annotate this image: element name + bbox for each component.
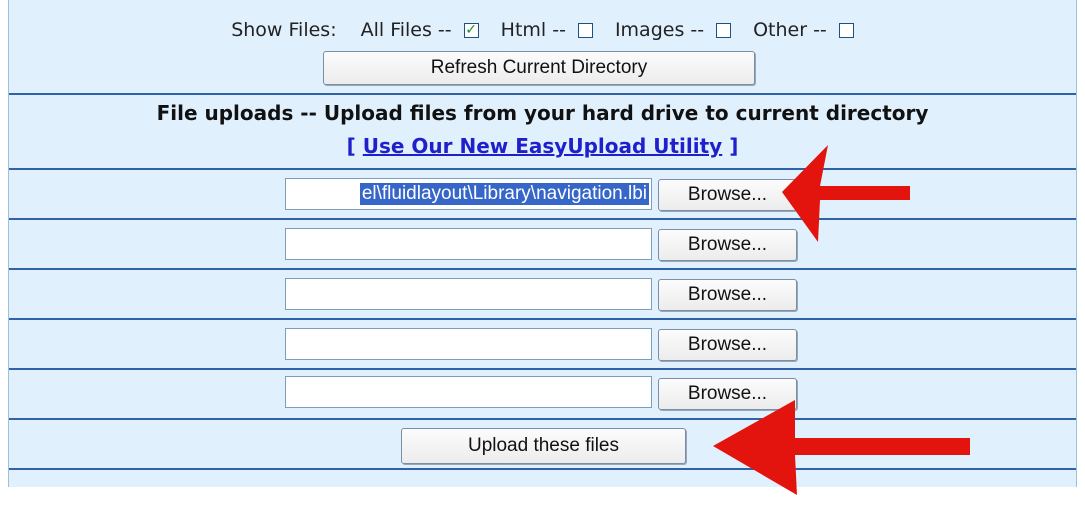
filter-html-label: Html -- xyxy=(500,19,566,41)
filter-all-files-label: All Files -- xyxy=(360,19,452,41)
divider xyxy=(9,268,1076,270)
divider xyxy=(9,318,1076,320)
link-bracket-open: [ xyxy=(346,134,363,158)
filter-html[interactable]: Html -- xyxy=(501,19,593,41)
file-upload-input-5[interactable] xyxy=(285,376,652,408)
filter-other[interactable]: Other -- xyxy=(753,19,854,41)
browse-button-3[interactable]: Browse... xyxy=(658,279,797,311)
filter-html-checkbox[interactable] xyxy=(577,22,593,38)
file-upload-input-2[interactable] xyxy=(285,228,652,260)
link-bracket-close: ] xyxy=(722,134,739,158)
file-upload-input-1[interactable]: el\fluidlayout\Library\navigation.lbi xyxy=(285,178,652,210)
filter-all-files-checkbox[interactable]: ✓ xyxy=(463,21,479,38)
file-path-value: el\fluidlayout\Library\navigation.lbi xyxy=(359,183,649,205)
filter-other-checkbox[interactable] xyxy=(838,22,854,38)
show-files-label: Show Files: xyxy=(231,19,337,41)
upload-files-button[interactable]: Upload these files xyxy=(401,428,686,464)
red-arrow-icon xyxy=(713,400,970,495)
checkmark-icon: ✓ xyxy=(465,21,478,38)
browse-button-4[interactable]: Browse... xyxy=(658,329,797,361)
uploads-title: File uploads -- Upload files from your h… xyxy=(156,101,929,125)
file-upload-input-3[interactable] xyxy=(285,278,652,310)
file-upload-input-4[interactable] xyxy=(285,328,652,360)
filter-all-files[interactable]: All Files -- ✓ xyxy=(361,19,479,41)
show-files-filter: Show Files: All Files -- ✓ Html -- Image… xyxy=(9,15,1076,45)
filter-images[interactable]: Images -- xyxy=(614,19,732,41)
divider xyxy=(9,93,1076,95)
easyupload-link-text[interactable]: Use Our New EasyUpload Utility xyxy=(363,134,722,158)
red-arrow-icon xyxy=(782,145,910,242)
filter-images-label: Images -- xyxy=(614,19,705,41)
filter-other-label: Other -- xyxy=(753,19,827,41)
divider xyxy=(9,368,1076,370)
refresh-directory-button[interactable]: Refresh Current Directory xyxy=(323,51,755,85)
filter-images-checkbox[interactable] xyxy=(716,22,732,38)
